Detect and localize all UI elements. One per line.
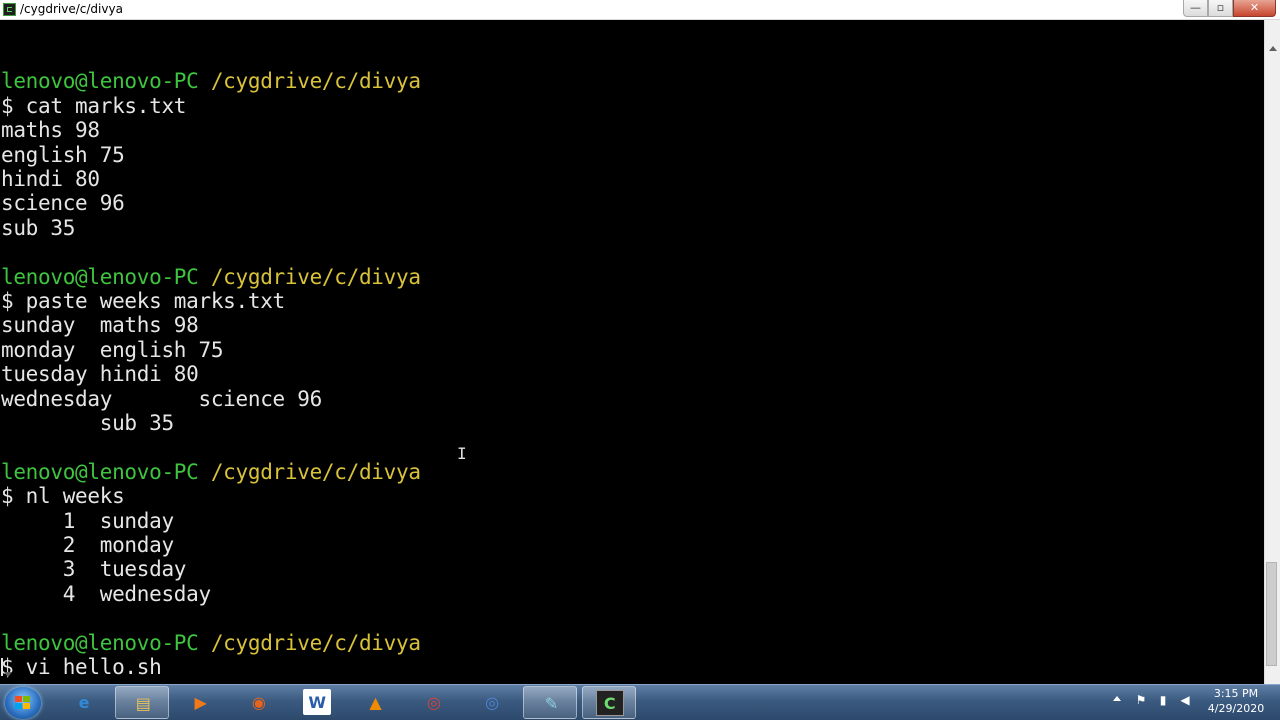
text-cursor <box>1 658 3 676</box>
prompt-path: /cygdrive/c/divya <box>210 459 421 484</box>
taskbar-notepad-button[interactable]: ✎ <box>523 686 578 719</box>
output-line: sunday maths 98 <box>1 313 199 338</box>
output-line: maths 98 <box>1 118 100 143</box>
system-clock[interactable]: 3:15 PM 4/29/2020 <box>1204 686 1268 716</box>
prompt-line: lenovo@lenovo-PC /cygdrive/c/divya <box>1 69 421 93</box>
prompt-path: /cygdrive/c/divya <box>210 630 421 655</box>
output-line: sub 35 <box>1 411 174 435</box>
output-line: wednesday science 96 <box>1 386 322 411</box>
prompt-line: lenovo@lenovo-PC /cygdrive/c/divya <box>1 460 421 484</box>
internet-explorer-icon: e <box>78 692 90 712</box>
prompt-user: lenovo@lenovo-PC <box>1 69 199 94</box>
windows-logo-icon <box>15 696 31 710</box>
close-button[interactable]: ✕ <box>1233 0 1276 17</box>
output-line: 4 wednesday <box>1 581 211 606</box>
notepad-icon: ✎ <box>544 693 559 713</box>
maximize-button[interactable]: ▫ <box>1208 0 1233 17</box>
window-title-bar[interactable]: /cygdrive/c/divya <box>0 0 1280 20</box>
terminal-output[interactable]: lenovo@lenovo-PC /cygdrive/c/divya $ cat … <box>0 20 1264 684</box>
taskbar-file-explorer-button[interactable]: ▤ <box>115 686 170 719</box>
command-line: $ vi hello.sh <box>1 655 162 679</box>
start-button[interactable] <box>5 687 41 719</box>
taskbar-cygwin-terminal-button[interactable]: C <box>581 686 636 719</box>
clock-date: 4/29/2020 <box>1207 702 1265 715</box>
firefox-icon: ◉ <box>251 692 266 712</box>
prompt-user: lenovo@lenovo-PC <box>1 459 199 484</box>
output-line: 3 tuesday <box>1 557 187 582</box>
action-center-icon[interactable]: ⚑ <box>1134 693 1148 707</box>
prompt-line: lenovo@lenovo-PC /cygdrive/c/divya <box>1 631 421 655</box>
prompt-user: lenovo@lenovo-PC <box>1 630 199 655</box>
output-line: english 75 <box>1 142 125 167</box>
prompt-path: /cygdrive/c/divya <box>210 264 421 289</box>
scrollbar-thumb[interactable] <box>1266 562 1277 666</box>
show-hidden-icons-icon[interactable] <box>1113 696 1121 701</box>
taskbar-firefox-button[interactable]: ◉ <box>232 686 286 719</box>
output-line: tuesday hindi 80 <box>1 362 199 387</box>
prompt-path: /cygdrive/c/divya <box>210 69 421 94</box>
output-line: 2 monday <box>1 533 174 557</box>
output-line: science 96 <box>1 191 125 216</box>
vlc-icon: ▲ <box>369 692 382 712</box>
taskbar-media-player-button[interactable]: ▶ <box>174 686 228 719</box>
minimize-button[interactable]: — <box>1183 0 1208 17</box>
media-player-icon: ▶ <box>194 692 207 712</box>
output-line: sub 35 <box>1 215 76 240</box>
scroll-down-arrow-icon[interactable] <box>4 672 12 677</box>
prompt-line: lenovo@lenovo-PC /cygdrive/c/divya <box>1 265 421 289</box>
command-line: $ paste weeks marks.txt <box>1 289 285 313</box>
taskbar-vlc-button[interactable]: ▲ <box>349 686 403 719</box>
network-icon[interactable]: ▮ <box>1156 693 1170 707</box>
ibeam-cursor-icon: I <box>457 444 467 463</box>
taskbar-chromium-button[interactable]: ◎ <box>465 686 519 719</box>
prompt-user: lenovo@lenovo-PC <box>1 264 199 289</box>
command-line: $ nl weeks <box>1 484 125 509</box>
window-title: /cygdrive/c/divya <box>20 2 123 16</box>
command-line: $ cat marks.txt <box>1 93 187 118</box>
cygwin-app-icon[interactable] <box>3 3 16 16</box>
taskbar-chrome-button[interactable]: ◎ <box>407 686 461 719</box>
chromium-icon: ◎ <box>485 692 500 712</box>
output-line: monday english 75 <box>1 337 224 362</box>
file-explorer-icon: ▤ <box>135 693 151 713</box>
scroll-up-arrow-icon[interactable] <box>1269 46 1277 51</box>
taskbar-internet-explorer-button[interactable]: e <box>57 686 111 719</box>
volume-icon[interactable]: ◀ <box>1178 693 1192 707</box>
output-line: hindi 80 <box>1 167 100 191</box>
chrome-icon: ◎ <box>426 692 441 712</box>
taskbar-word-button[interactable]: W <box>290 686 344 719</box>
word-icon: W <box>303 689 332 715</box>
cygwin-terminal-icon: C <box>595 690 624 716</box>
clock-time: 3:15 PM <box>1213 687 1259 700</box>
output-line: 1 sunday <box>1 508 174 533</box>
